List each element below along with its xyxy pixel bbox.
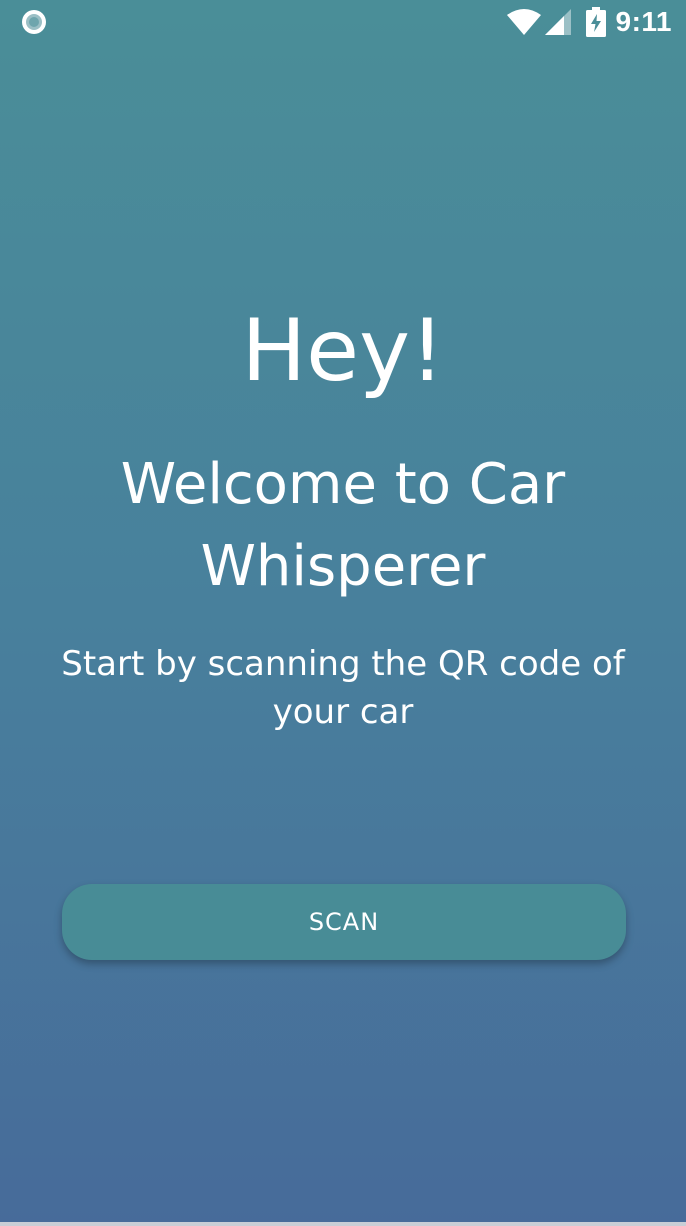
battery-charging-icon: [585, 7, 606, 37]
wifi-icon: [506, 9, 541, 35]
notification-circle-icon: [22, 10, 46, 34]
status-bar: 9:11: [0, 0, 686, 44]
welcome-screen: 9:11 Hey! Welcome to Car Whisperer Start…: [0, 0, 686, 1226]
welcome-title: Welcome to Car Whisperer: [120, 452, 566, 599]
scan-button[interactable]: SCAN: [62, 884, 626, 960]
bottom-edge-divider: [0, 1222, 686, 1226]
scan-instruction: Start by scanning the QR code of your ca…: [61, 644, 625, 732]
status-clock: 9:11: [615, 6, 672, 37]
greeting-heading: Hey!: [241, 301, 445, 401]
cell-signal-icon: [544, 9, 571, 35]
status-icons: 9:11: [506, 4, 673, 40]
